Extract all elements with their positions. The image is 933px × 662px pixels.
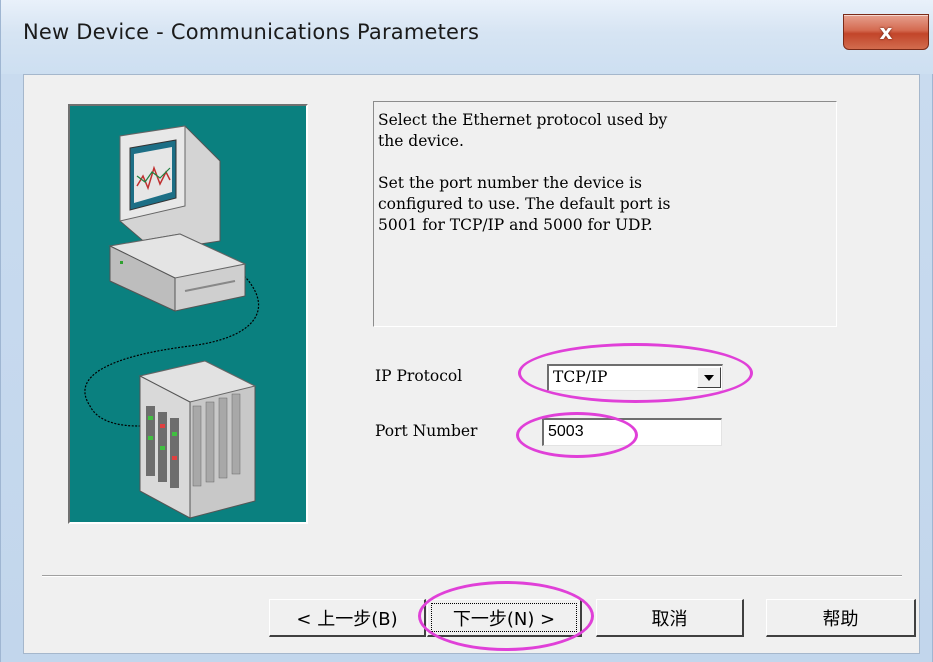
title-bar[interactable]: New Device - Communications Parameters x [1, 0, 933, 74]
help-button-label: 帮助 [822, 608, 859, 630]
help-button[interactable]: 帮助 [766, 599, 916, 637]
cancel-button-label: 取消 [651, 608, 688, 630]
description-line: Set the port number the device is [378, 174, 642, 192]
window-title: New Device - Communications Parameters [23, 20, 480, 44]
next-button[interactable]: 下一步(N) > [427, 599, 582, 637]
port-number-label: Port Number [375, 422, 478, 440]
dropdown-button[interactable] [697, 367, 721, 388]
cancel-button[interactable]: 取消 [596, 599, 744, 637]
device-rack-icon [138, 360, 257, 519]
description-line: configured to use. The default port is [378, 195, 671, 213]
wizard-illustration [68, 104, 308, 524]
computer-and-device-icon [84, 125, 260, 519]
back-button[interactable]: < 上一步(B) [269, 599, 426, 637]
description-line: the device. [378, 132, 464, 150]
dialog-window: New Device - Communications Parameters x [0, 0, 933, 662]
description-box: Select the Ethernet protocol used by the… [373, 101, 837, 327]
close-button[interactable]: x [843, 14, 929, 50]
description-line: 5001 for TCP/IP and 5000 for UDP. [378, 216, 653, 234]
divider [42, 575, 902, 577]
back-button-label: < 上一步(B) [296, 608, 398, 630]
dialog-body: Select the Ethernet protocol used by the… [23, 74, 920, 654]
chevron-down-icon [704, 375, 714, 381]
ip-protocol-label: IP Protocol [375, 367, 463, 385]
ip-protocol-select[interactable]: TCP/IP [547, 364, 723, 391]
port-number-input[interactable]: 5003 [542, 418, 722, 446]
close-icon: x [879, 20, 893, 44]
ip-protocol-value: TCP/IP [553, 368, 608, 386]
next-button-label: 下一步(N) > [452, 608, 556, 630]
computer-icon [108, 125, 247, 312]
description-line: Select the Ethernet protocol used by [378, 111, 668, 129]
